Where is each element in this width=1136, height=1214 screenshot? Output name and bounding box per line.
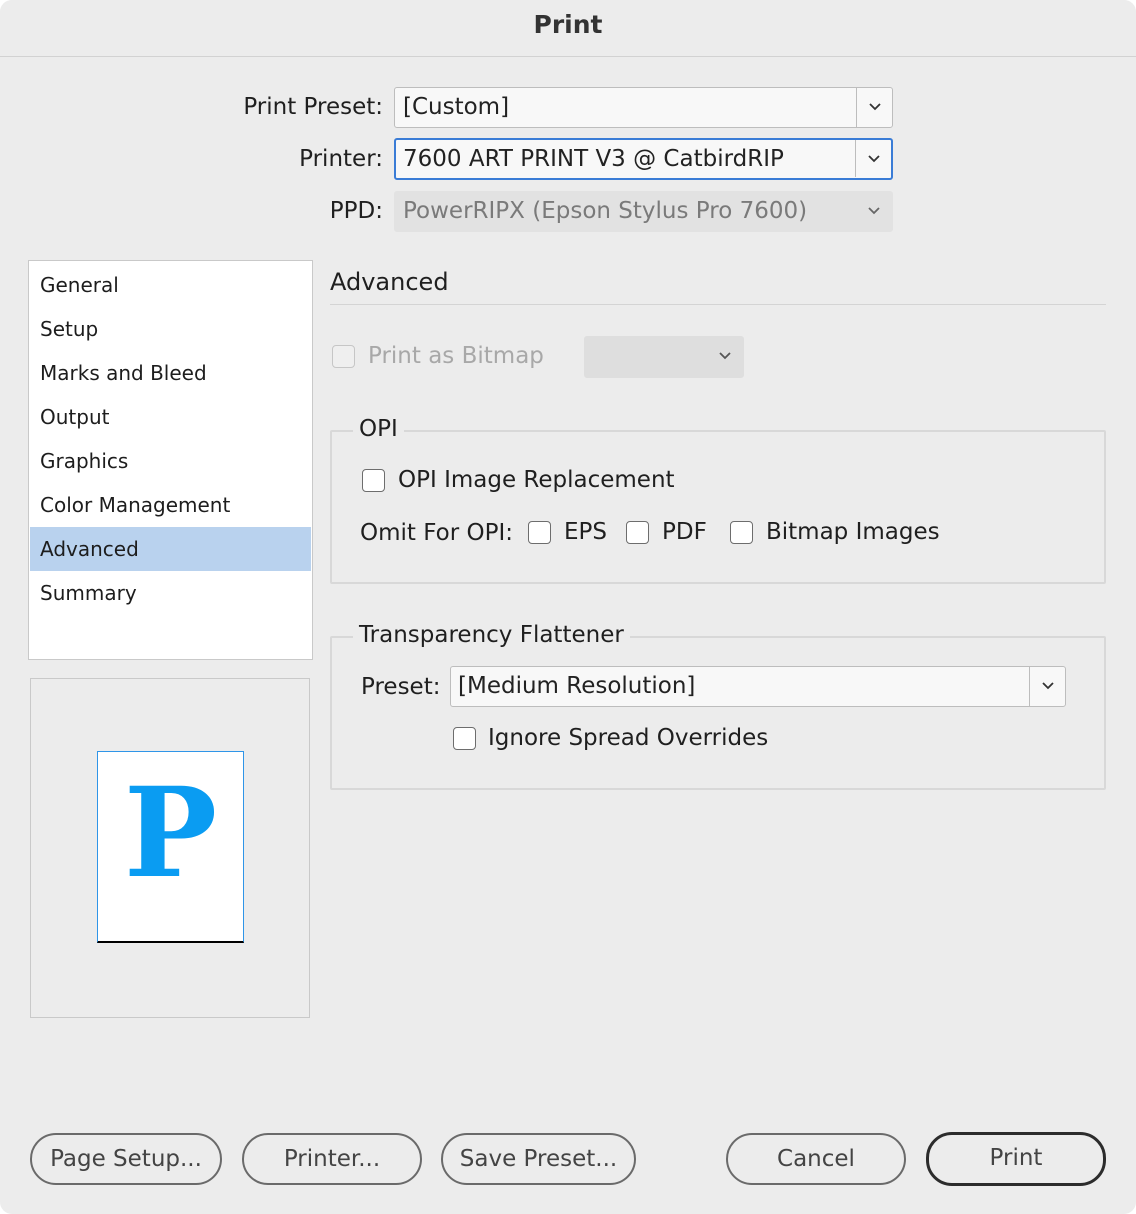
printer-label: Printer: (299, 146, 383, 172)
chevron-down-icon (869, 103, 881, 111)
print-preset-label: Print Preset: (243, 94, 383, 120)
chevron-down-icon (868, 207, 880, 215)
sidebar-item-summary[interactable]: Summary (30, 571, 311, 615)
opi-image-replacement-checkbox[interactable] (362, 469, 385, 492)
omit-eps-checkbox[interactable] (528, 521, 551, 544)
title-bar: Print (0, 0, 1136, 57)
print-dialog: Print Print Preset: [Custom] Printer: 76… (0, 0, 1136, 1214)
omit-bitmap-images-label: Bitmap Images (766, 519, 940, 545)
print-as-bitmap-label: Print as Bitmap (368, 343, 544, 369)
dialog-title: Print (533, 10, 603, 39)
page-preview: P (30, 678, 310, 1018)
chevron-down-icon (719, 352, 731, 360)
bitmap-resolution-select (584, 336, 744, 378)
ppd-value: PowerRIPX (Epson Stylus Pro 7600) (403, 198, 808, 224)
preview-page: P (97, 751, 244, 943)
printer-value: 7600 ART PRINT V3 @ CatbirdRIP (403, 146, 784, 172)
sidebar-item-setup[interactable]: Setup (30, 307, 311, 351)
flattener-preset-value: [Medium Resolution] (458, 673, 696, 699)
chevron-down-icon (1042, 682, 1054, 690)
omit-eps-label: EPS (564, 519, 608, 545)
section-divider (330, 304, 1106, 305)
section-title: Advanced (330, 268, 449, 296)
chevron-down-icon (868, 155, 880, 163)
ppd-label: PPD: (329, 198, 383, 224)
sidebar-item-graphics[interactable]: Graphics (30, 439, 311, 483)
sidebar-item-output[interactable]: Output (30, 395, 311, 439)
page-setup-button[interactable]: Page Setup... (30, 1133, 222, 1185)
save-preset-button[interactable]: Save Preset... (441, 1133, 636, 1185)
print-preset-select[interactable]: [Custom] (394, 87, 893, 128)
print-as-bitmap-checkbox (332, 345, 355, 368)
opi-legend: OPI (353, 416, 404, 442)
sidebar-item-general[interactable]: General (30, 263, 311, 307)
ppd-dropdown-button (856, 192, 892, 231)
omit-pdf-checkbox[interactable] (626, 521, 649, 544)
transparency-flattener-legend: Transparency Flattener (353, 622, 630, 648)
flattener-preset-dropdown-button[interactable] (1029, 667, 1065, 706)
ppd-select: PowerRIPX (Epson Stylus Pro 7600) (394, 191, 893, 232)
ignore-spread-overrides-label: Ignore Spread Overrides (488, 725, 769, 751)
sidebar-item-color-management[interactable]: Color Management (30, 483, 311, 527)
printer-dropdown-button[interactable] (855, 140, 891, 177)
print-preset-dropdown-button[interactable] (856, 88, 892, 127)
sidebar-item-advanced[interactable]: Advanced (30, 527, 311, 571)
flattener-preset-select[interactable]: [Medium Resolution] (450, 666, 1066, 707)
printer-button[interactable]: Printer... (242, 1133, 422, 1185)
opi-group (330, 430, 1106, 584)
opi-image-replacement-label: OPI Image Replacement (398, 467, 675, 493)
print-preset-value: [Custom] (403, 94, 510, 120)
print-button[interactable]: Print (926, 1132, 1106, 1186)
sidebar-item-marks-and-bleed[interactable]: Marks and Bleed (30, 351, 311, 395)
omit-for-opi-label: Omit For OPI: (360, 520, 513, 546)
cancel-button[interactable]: Cancel (726, 1133, 906, 1185)
printer-select[interactable]: 7600 ART PRINT V3 @ CatbirdRIP (394, 138, 893, 180)
preview-letter: P (123, 761, 218, 906)
transparency-flattener-group (330, 636, 1106, 790)
bitmap-resolution-dropdown (707, 337, 743, 376)
ignore-spread-overrides-checkbox[interactable] (453, 727, 476, 750)
omit-pdf-label: PDF (662, 519, 707, 545)
flattener-preset-label: Preset: (361, 674, 441, 700)
omit-bitmap-images-checkbox[interactable] (730, 521, 753, 544)
category-list: General Setup Marks and Bleed Output Gra… (28, 260, 313, 660)
